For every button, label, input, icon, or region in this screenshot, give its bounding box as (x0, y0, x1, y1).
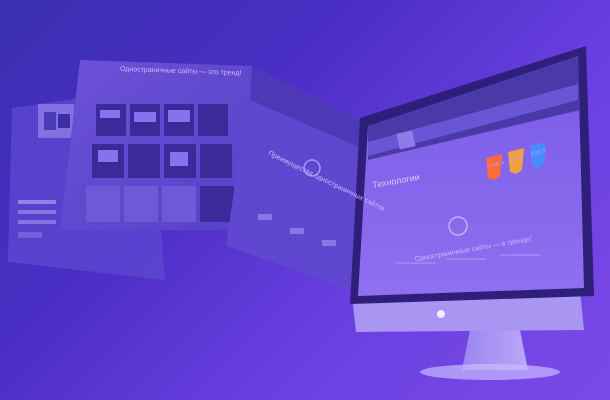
mockup-graphic (8, 46, 594, 380)
apple-logo (437, 310, 445, 318)
portfolio-panel (60, 60, 256, 230)
site-logo (396, 130, 416, 150)
hero-illustration: Одностраничные сайты — это тренд! Преиму… (0, 0, 610, 400)
features-panel (226, 66, 372, 290)
monitor-stand (462, 330, 528, 370)
monitor (350, 46, 594, 380)
